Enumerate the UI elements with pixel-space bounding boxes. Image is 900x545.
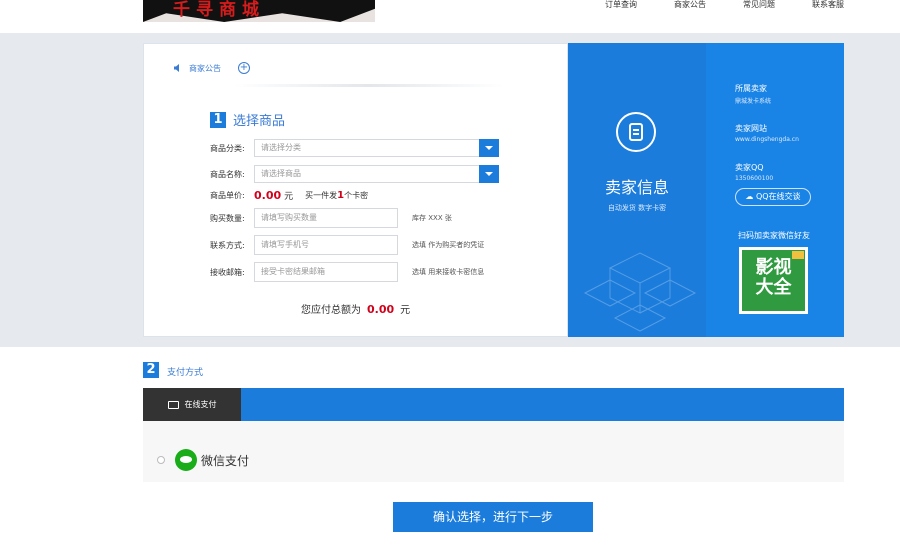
step-number-badge: 2 bbox=[143, 362, 159, 378]
qr-text-line1: 影视 bbox=[755, 257, 792, 278]
contact-label: 联系方式: bbox=[210, 240, 245, 250]
nav-faq[interactable]: 常见问题 bbox=[743, 0, 775, 10]
seller-website: 卖家网站 www.dingshengda.cn bbox=[735, 123, 799, 143]
wechat-pay-option[interactable]: 微信支付 bbox=[157, 449, 249, 471]
product-label: 商品名称: bbox=[210, 169, 245, 179]
total-amount: 您应付总额为 0.00 元 bbox=[301, 301, 410, 316]
seller-tags: 自动发货 数字卡密 bbox=[607, 204, 667, 212]
chevron-down-icon[interactable] bbox=[479, 165, 499, 183]
price-label: 商品单价: bbox=[210, 191, 245, 200]
wechat-icon bbox=[175, 449, 197, 471]
step2-heading: 2 支付方式 bbox=[143, 362, 203, 378]
product-row: 商品名称: 请选择商品 bbox=[210, 165, 499, 183]
announcement-label[interactable]: 商家公告 bbox=[189, 63, 221, 74]
seller-title: 卖家信息 bbox=[604, 178, 669, 197]
category-placeholder: 请选择分类 bbox=[261, 143, 301, 152]
wechat-qr-code: 影视 大全 bbox=[739, 247, 808, 314]
stock-hint: 库存 XXX 张 bbox=[412, 214, 452, 222]
step1-heading: 1 选择商品 bbox=[210, 110, 285, 129]
product-select[interactable]: 请选择商品 bbox=[254, 165, 499, 183]
tab-online-payment-label: 在线支付 bbox=[184, 400, 217, 409]
nav-contact-support[interactable]: 联系客服 bbox=[812, 0, 844, 10]
confirm-next-button[interactable]: 确认选择，进行下一步 bbox=[393, 502, 593, 532]
chevron-down-icon[interactable] bbox=[479, 139, 499, 157]
step2-title: 支付方式 bbox=[167, 368, 204, 378]
speaker-icon bbox=[174, 64, 179, 72]
contact-row: 联系方式: 请填写手机号 选填 作为购买者的凭证 bbox=[210, 235, 484, 255]
category-row: 商品分类: 请选择分类 bbox=[210, 139, 499, 157]
quantity-label: 购买数量: bbox=[210, 213, 245, 223]
category-label: 商品分类: bbox=[210, 143, 245, 153]
seller-info-panel: 卖家信息 自动发货 数字卡密 所属卖家 鼎城发卡系统 卖家网站 www.ding… bbox=[568, 43, 844, 337]
logo-text: 千寻商城 bbox=[173, 0, 265, 20]
price-row: 商品单价: 0.00 元 买一件发1个卡密 bbox=[210, 189, 368, 202]
contact-hint: 选填 作为购买者的凭证 bbox=[412, 241, 485, 249]
wholesale-prefix: 买一件发 bbox=[305, 191, 338, 200]
total-value: 0.00 bbox=[367, 303, 395, 316]
qq-value: 1350600100 bbox=[735, 175, 774, 182]
qq-label: 卖家QQ bbox=[735, 163, 764, 172]
website-value[interactable]: www.dingshengda.cn bbox=[735, 136, 799, 143]
website-label: 卖家网站 bbox=[735, 124, 767, 133]
plus-icon[interactable]: + bbox=[238, 62, 250, 74]
store-value: 鼎城发卡系统 bbox=[735, 98, 772, 105]
scan-hint: 扫码加卖家微信好友 bbox=[738, 231, 810, 240]
nav-announcement[interactable]: 商家公告 bbox=[674, 0, 706, 10]
wholesale-info: 买一件发1个卡密 bbox=[305, 190, 368, 201]
site-header: 千寻商城 订单查询 商家公告 常见问题 联系客服 bbox=[0, 0, 900, 33]
price-unit: 元 bbox=[284, 192, 294, 202]
total-unit: 元 bbox=[400, 305, 411, 316]
product-placeholder: 请选择商品 bbox=[261, 169, 301, 178]
tab-online-payment[interactable]: 在线支付 bbox=[143, 388, 241, 421]
qq-chat-label: QQ在线交谈 bbox=[755, 192, 801, 201]
qq-chat-button[interactable]: ☁ QQ在线交谈 bbox=[735, 188, 811, 206]
wholesale-suffix: 个卡密 bbox=[344, 191, 369, 200]
qq-icon: ☁ bbox=[745, 192, 754, 201]
document-icon bbox=[616, 112, 656, 152]
cubes-decoration-icon bbox=[583, 252, 697, 332]
card-icon bbox=[167, 400, 179, 409]
wechat-pay-radio[interactable] bbox=[157, 456, 165, 464]
qr-text-line2: 大全 bbox=[755, 277, 792, 298]
store-label: 所属卖家 bbox=[735, 84, 767, 93]
total-label: 您应付总额为 bbox=[301, 305, 361, 316]
quantity-input[interactable]: 请填写购买数量 bbox=[254, 208, 398, 228]
step1-title: 选择商品 bbox=[233, 114, 286, 129]
announcement-bar: 商家公告 + bbox=[174, 62, 250, 74]
divider bbox=[234, 84, 504, 87]
step-number-badge: 1 bbox=[210, 111, 226, 128]
seller-store: 所属卖家 鼎城发卡系统 bbox=[735, 83, 771, 105]
category-select[interactable]: 请选择分类 bbox=[254, 139, 499, 157]
contact-input[interactable]: 请填写手机号 bbox=[254, 235, 398, 255]
wechat-pay-label: 微信支付 bbox=[201, 453, 250, 468]
email-input[interactable]: 接受卡密结果邮箱 bbox=[254, 262, 398, 282]
email-row: 接收邮箱: 接受卡密结果邮箱 选填 用来接收卡密信息 bbox=[210, 262, 484, 282]
quantity-row: 购买数量: 请填写购买数量 库存 XXX 张 bbox=[210, 208, 452, 228]
email-label: 接收邮箱: bbox=[210, 267, 245, 277]
seller-qq: 卖家QQ 1350600100 bbox=[735, 162, 773, 182]
product-form-card: 商家公告 + 1 选择商品 商品分类: 请选择分类 商品名称: 请选择商品 商品… bbox=[143, 43, 568, 337]
top-nav: 订单查询 商家公告 常见问题 联系客服 bbox=[605, 0, 844, 10]
site-logo[interactable]: 千寻商城 bbox=[143, 0, 375, 22]
nav-order-query[interactable]: 订单查询 bbox=[605, 0, 637, 10]
email-hint: 选填 用来接收卡密信息 bbox=[412, 268, 485, 276]
payment-tab-bar: 在线支付 bbox=[143, 388, 844, 421]
unit-price: 0.00 bbox=[254, 189, 282, 202]
